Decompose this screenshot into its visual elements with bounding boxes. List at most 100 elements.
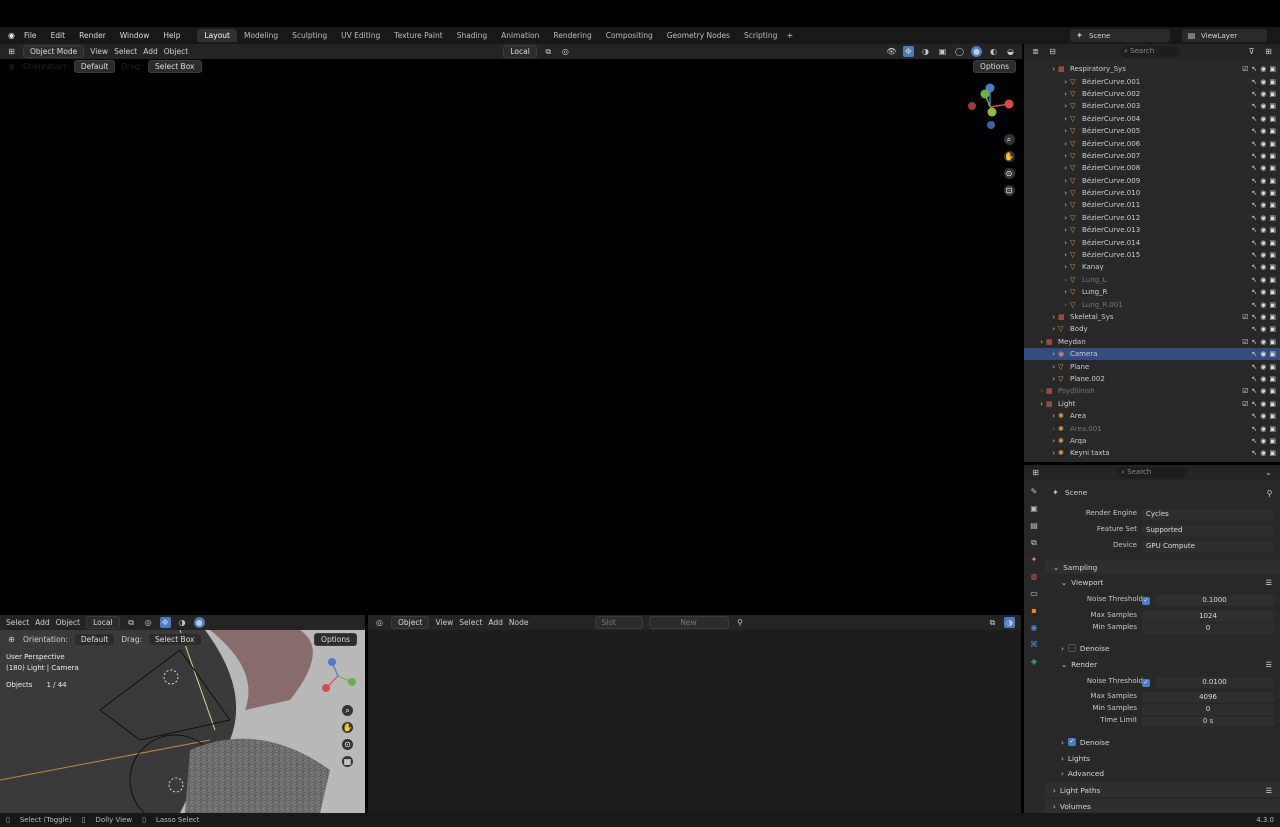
- outliner-row[interactable]: › ▽ BézierCurve.005 ↖ ◉ ▣: [1024, 125, 1280, 137]
- node-editor-type-icon[interactable]: ◎: [374, 617, 385, 628]
- expand-chevron-icon[interactable]: ›: [1024, 363, 1058, 371]
- expand-chevron-icon[interactable]: ›: [1024, 102, 1070, 110]
- vp-min-field[interactable]: 0: [1142, 623, 1274, 634]
- exclude-checkbox-icon[interactable]: ☑: [1242, 313, 1248, 321]
- eye-icon[interactable]: ◉: [1260, 263, 1266, 271]
- view-menu[interactable]: View: [90, 47, 108, 56]
- render-camera-icon[interactable]: ▣: [1269, 325, 1276, 333]
- render-subsection[interactable]: ⌄ Render ☰: [1045, 657, 1280, 671]
- outliner-row[interactable]: › ▽ BézierCurve.015 ↖ ◉ ▣: [1024, 249, 1280, 261]
- select-arrow-icon[interactable]: ↖: [1251, 90, 1257, 98]
- filter-icon[interactable]: ⊽: [1246, 46, 1257, 57]
- select-arrow-icon[interactable]: ↖: [1251, 177, 1257, 185]
- render-camera-icon[interactable]: ▣: [1269, 127, 1276, 135]
- eye-icon[interactable]: ◉: [1260, 313, 1266, 321]
- expand-chevron-icon[interactable]: ›: [1024, 214, 1070, 222]
- outliner-row[interactable]: › ▽ BézierCurve.012 ↖ ◉ ▣: [1024, 212, 1280, 224]
- render-shading-icon[interactable]: ◒: [1005, 46, 1016, 57]
- slot-dropdown[interactable]: Slot: [594, 616, 643, 629]
- render-camera-icon[interactable]: ▣: [1269, 251, 1276, 259]
- tab-texture-paint[interactable]: Texture Paint: [387, 29, 449, 42]
- view-layer-tab-icon[interactable]: ⧉: [1029, 537, 1040, 548]
- outliner-row[interactable]: › ▦ Psydllinish ☑ ↖ ◉ ▣: [1024, 385, 1280, 397]
- blender-logo-icon[interactable]: ◉: [6, 30, 17, 41]
- outliner-row[interactable]: › ▽ BézierCurve.007 ↖ ◉ ▣: [1024, 150, 1280, 162]
- select-arrow-icon[interactable]: ↖: [1251, 338, 1257, 346]
- expand-chevron-icon[interactable]: ›: [1024, 78, 1070, 86]
- expand-chevron-icon[interactable]: ›: [1024, 140, 1070, 148]
- menu-edit[interactable]: Edit: [44, 31, 73, 40]
- select-arrow-icon[interactable]: ↖: [1251, 127, 1257, 135]
- tab-uv-editing[interactable]: UV Editing: [334, 29, 387, 42]
- advanced-subsection[interactable]: › Advanced: [1045, 766, 1280, 780]
- render-camera-icon[interactable]: ▣: [1269, 102, 1276, 110]
- device-dropdown[interactable]: GPU Compute: [1142, 541, 1274, 552]
- data-tab-icon[interactable]: ◈: [1029, 656, 1040, 667]
- eye-icon[interactable]: ◉: [1260, 189, 1266, 197]
- expand-chevron-icon[interactable]: ›: [1024, 239, 1070, 247]
- solid-shading-icon[interactable]: ●: [971, 46, 982, 57]
- select-arrow-icon[interactable]: ↖: [1251, 288, 1257, 296]
- mini-pan-icon[interactable]: ✋: [342, 722, 353, 733]
- expand-chevron-icon[interactable]: ›: [1024, 263, 1070, 271]
- outliner-row[interactable]: › ▽ BézierCurve.003 ↖ ◉ ▣: [1024, 100, 1280, 112]
- render-camera-icon[interactable]: ▣: [1269, 115, 1276, 123]
- eye-icon[interactable]: ◉: [1260, 102, 1266, 110]
- outliner-row[interactable]: › ▽ BézierCurve.004 ↖ ◉ ▣: [1024, 113, 1280, 125]
- render-camera-icon[interactable]: ▣: [1269, 375, 1276, 383]
- expand-chevron-icon[interactable]: ›: [1024, 288, 1070, 296]
- lights-subsection[interactable]: › Lights: [1045, 751, 1280, 765]
- outliner-row[interactable]: › ▽ BézierCurve.013 ↖ ◉ ▣: [1024, 224, 1280, 236]
- expand-chevron-icon[interactable]: ›: [1024, 127, 1070, 135]
- outliner-row[interactable]: › ▽ BézierCurve.010 ↖ ◉ ▣: [1024, 187, 1280, 199]
- tab-compositing[interactable]: Compositing: [599, 29, 660, 42]
- outliner-row[interactable]: › ▽ Lung_R ↖ ◉ ▣: [1024, 286, 1280, 298]
- expand-chevron-icon[interactable]: ›: [1024, 152, 1070, 160]
- exclude-checkbox-icon[interactable]: ☑: [1242, 338, 1248, 346]
- select-arrow-icon[interactable]: ↖: [1251, 449, 1257, 457]
- expand-chevron-icon[interactable]: ›: [1024, 350, 1058, 358]
- expand-chevron-icon[interactable]: ›: [1024, 251, 1070, 259]
- eye-icon[interactable]: ◉: [1260, 425, 1266, 433]
- mini-camera-icon[interactable]: ⊙: [342, 739, 353, 750]
- outliner-row[interactable]: › ▽ BézierCurve.008 ↖ ◉ ▣: [1024, 162, 1280, 174]
- expand-chevron-icon[interactable]: ›: [1024, 400, 1046, 408]
- render-camera-icon[interactable]: ▣: [1269, 449, 1276, 457]
- eye-icon[interactable]: ◉: [1260, 350, 1266, 358]
- properties-editor-icon[interactable]: ⊞: [1030, 467, 1041, 478]
- visibility-icon[interactable]: 👁: [886, 46, 897, 57]
- list-icon[interactable]: ☰: [1265, 660, 1272, 669]
- eye-icon[interactable]: ◉: [1260, 90, 1266, 98]
- select-arrow-icon[interactable]: ↖: [1251, 152, 1257, 160]
- expand-chevron-icon[interactable]: ›: [1024, 276, 1070, 284]
- render-camera-icon[interactable]: ▣: [1269, 239, 1276, 247]
- tab-modeling[interactable]: Modeling: [237, 29, 285, 42]
- mini-orientation-dropdown[interactable]: Default: [73, 632, 116, 646]
- select-arrow-icon[interactable]: ↖: [1251, 313, 1257, 321]
- editor-type-icon[interactable]: ⊞: [6, 46, 17, 57]
- list-icon[interactable]: ☰: [1265, 786, 1272, 795]
- eye-icon[interactable]: ◉: [1260, 239, 1266, 247]
- select-arrow-icon[interactable]: ↖: [1251, 350, 1257, 358]
- select-arrow-icon[interactable]: ↖: [1251, 301, 1257, 309]
- eye-icon[interactable]: ◉: [1260, 127, 1266, 135]
- tab-layout[interactable]: Layout: [197, 29, 237, 42]
- eye-icon[interactable]: ◉: [1260, 214, 1266, 222]
- render-camera-icon[interactable]: ▣: [1269, 189, 1276, 197]
- scene-selector[interactable]: ✦ Scene: [1070, 29, 1170, 42]
- render-camera-icon[interactable]: ▣: [1269, 90, 1276, 98]
- light-paths-section[interactable]: › Light Paths ☰: [1045, 783, 1280, 797]
- tool-settings-icon[interactable]: ⊕: [6, 61, 17, 72]
- eye-icon[interactable]: ◉: [1260, 387, 1266, 395]
- select-arrow-icon[interactable]: ↖: [1251, 140, 1257, 148]
- constraints-tab-icon[interactable]: ⌘: [1029, 639, 1040, 650]
- expand-chevron-icon[interactable]: ›: [1024, 164, 1070, 172]
- render-engine-dropdown[interactable]: Cycles: [1142, 509, 1274, 520]
- render-camera-icon[interactable]: ▣: [1269, 350, 1276, 358]
- mini-transform-dropdown[interactable]: Local: [86, 616, 120, 629]
- r-max-field[interactable]: 4096: [1142, 692, 1274, 703]
- eye-icon[interactable]: ◉: [1260, 412, 1266, 420]
- eye-icon[interactable]: ◉: [1260, 325, 1266, 333]
- select-arrow-icon[interactable]: ↖: [1251, 239, 1257, 247]
- expand-chevron-icon[interactable]: ›: [1024, 301, 1070, 309]
